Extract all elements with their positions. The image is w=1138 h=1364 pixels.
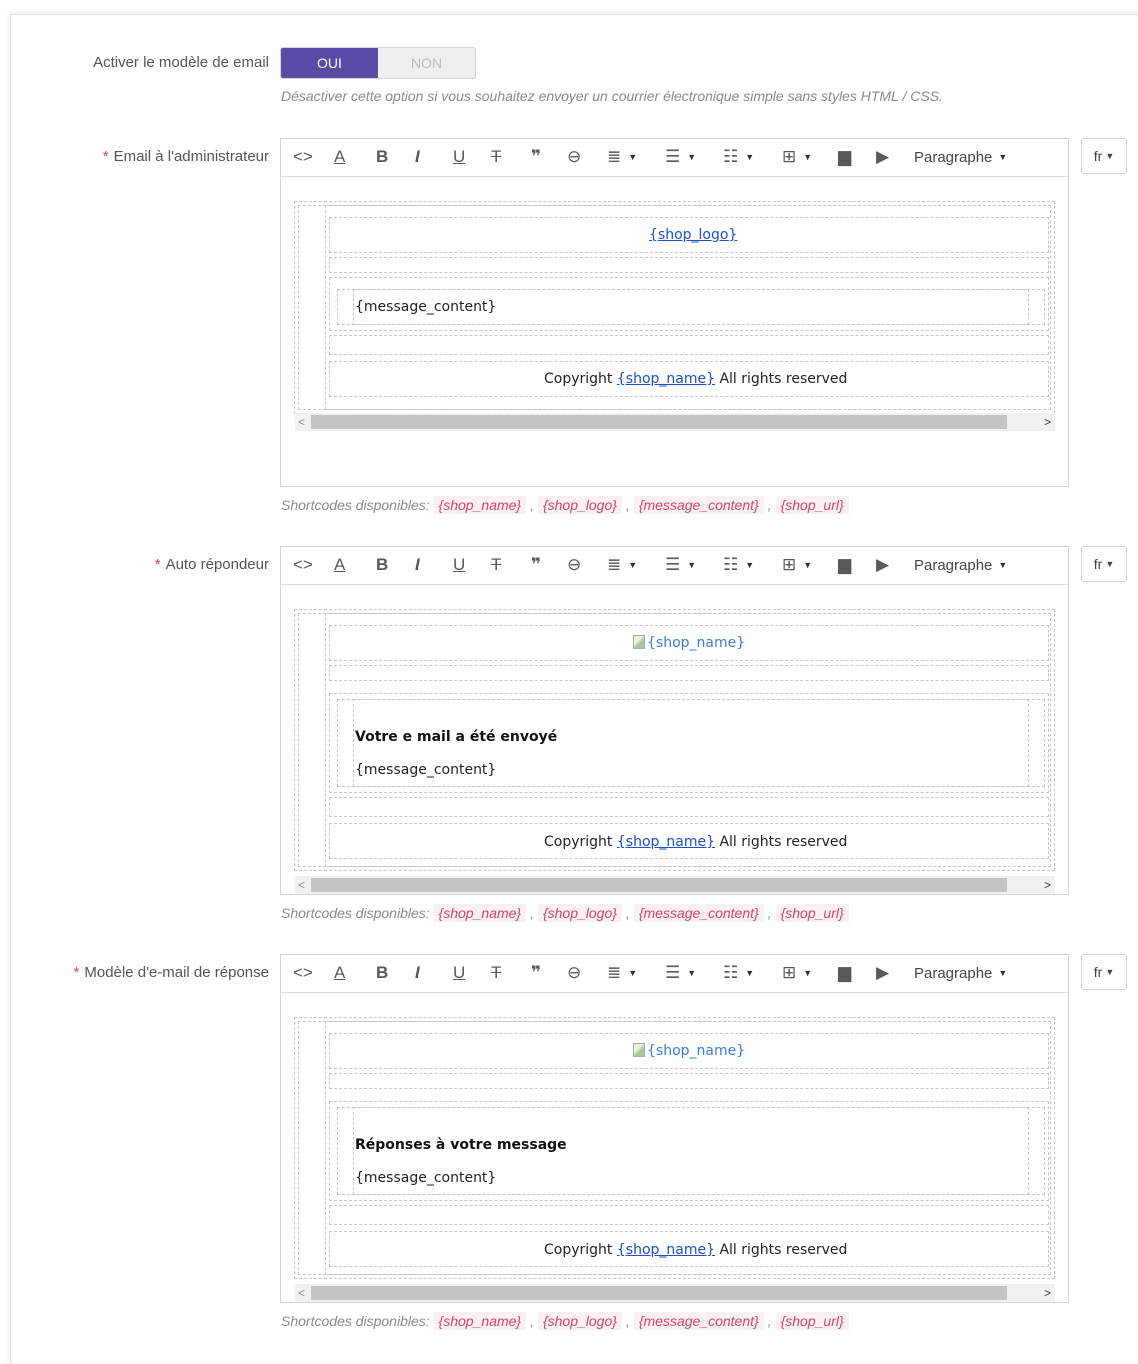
shop-name-link[interactable]: {shop_name} [617, 834, 715, 850]
horizontal-scrollbar[interactable]: < > [295, 413, 1055, 431]
table-icon[interactable]: ⊞ ▼ [782, 961, 812, 985]
shortcode-badge: {shop_url} [775, 904, 849, 922]
horizontal-scrollbar[interactable]: < > [295, 876, 1055, 894]
reply-template-label: * Modèle d'e-mail de réponse [73, 964, 269, 981]
editor-toolbar: <> A B I U T ❞ ⊖ ≣ ▼ ☰ ▼ ☷ ▼ ⊞ ▼ ▆ ▶ Paragra… [281, 139, 1068, 177]
message-heading: Réponses à votre message [355, 1137, 567, 1153]
bold-icon[interactable]: B [376, 145, 388, 169]
editor-content[interactable]: {shop_name} Votre e mail a été envoyé {m… [281, 585, 1068, 894]
shortcode-badge: {shop_name} [433, 1312, 527, 1330]
strikethrough-icon[interactable]: T [491, 145, 501, 169]
strikethrough-icon[interactable]: T [491, 961, 501, 985]
admin-email-label: * Email à l'administrateur [102, 148, 269, 165]
bullet-list-icon[interactable]: ☰ ▼ [665, 553, 696, 577]
editor-content[interactable]: {shop_name} Réponses à votre message {me… [281, 993, 1068, 1302]
table-icon[interactable]: ⊞ ▼ [782, 553, 812, 577]
auto-responder-editor[interactable]: <> A B I U T ❞ ⊖ ≣ ▼ ☰ ▼ ☷ ▼ ⊞ ▼ ▆ ▶ Paragra… [280, 546, 1069, 895]
editor-toolbar: <> A B I U T ❞ ⊖ ≣ ▼ ☰ ▼ ☷ ▼ ⊞ ▼ ▆ ▶ Paragra… [281, 955, 1068, 993]
copyright-text: Copyright {shop_name} All rights reserve… [544, 371, 848, 387]
bold-icon[interactable]: B [376, 961, 388, 985]
auto-responder-label: * Auto répondeur [154, 556, 269, 573]
shortcodes-line: Shortcodes disponibles: {shop_name}, {sho… [281, 496, 849, 514]
blockquote-icon[interactable]: ❞ [531, 145, 541, 169]
blockquote-icon[interactable]: ❞ [531, 961, 541, 985]
media-icon[interactable]: ▶ [876, 553, 889, 577]
toggle-help-text: Désactiver cette option si vous souhaite… [281, 88, 943, 104]
link-icon[interactable]: ⊖ [567, 145, 581, 169]
copyright-text: Copyright {shop_name} All rights reserve… [544, 834, 848, 850]
broken-image-icon [633, 635, 645, 649]
align-icon[interactable]: ≣ ▼ [607, 553, 637, 577]
shop-logo-placeholder[interactable]: {shop_logo} [649, 227, 737, 243]
media-icon[interactable]: ▶ [876, 145, 889, 169]
shop-logo-image: {shop_name} [633, 1043, 745, 1059]
admin-email-editor[interactable]: <> A B I U T ❞ ⊖ ≣ ▼ ☰ ▼ ☷ ▼ ⊞ ▼ ▆ ▶ Paragra… [280, 138, 1069, 487]
horizontal-scrollbar[interactable]: < > [295, 1284, 1055, 1302]
link-icon[interactable]: ⊖ [567, 961, 581, 985]
text-color-icon[interactable]: A [334, 961, 345, 985]
blockquote-icon[interactable]: ❞ [531, 553, 541, 577]
paragraph-select[interactable]: Paragraphe ▼ [914, 553, 1007, 577]
underline-icon[interactable]: U [453, 145, 465, 169]
underline-icon[interactable]: U [453, 961, 465, 985]
shop-name-link[interactable]: {shop_name} [617, 371, 715, 387]
code-icon[interactable]: <> [293, 961, 313, 985]
message-content-text: {message_content} [355, 1170, 497, 1186]
media-icon[interactable]: ▶ [876, 961, 889, 985]
paragraph-select[interactable]: Paragraphe ▼ [914, 145, 1007, 169]
shortcode-badge: {shop_url} [775, 496, 849, 514]
italic-icon[interactable]: I [415, 145, 420, 169]
broken-image-icon [633, 1043, 645, 1057]
strikethrough-icon[interactable]: T [491, 553, 501, 577]
editor-toolbar: <> A B I U T ❞ ⊖ ≣ ▼ ☰ ▼ ☷ ▼ ⊞ ▼ ▆ ▶ Paragra… [281, 547, 1068, 585]
message-content-text: {message_content} [355, 762, 497, 778]
code-icon[interactable]: <> [293, 145, 313, 169]
toggle-label: Activer le modèle de email [93, 54, 269, 71]
link-icon[interactable]: ⊖ [567, 553, 581, 577]
editor-content[interactable]: {shop_logo} {message_content} Copyright … [281, 177, 1068, 486]
code-icon[interactable]: <> [293, 553, 313, 577]
copyright-text: Copyright {shop_name} All rights reserve… [544, 1242, 848, 1258]
text-color-icon[interactable]: A [334, 145, 345, 169]
text-color-icon[interactable]: A [334, 553, 345, 577]
align-icon[interactable]: ≣ ▼ [607, 145, 637, 169]
shortcode-badge: {shop_name} [433, 904, 527, 922]
paragraph-select[interactable]: Paragraphe ▼ [914, 961, 1007, 985]
message-heading: Votre e mail a été envoyé [355, 729, 558, 745]
language-select[interactable]: fr ▼ [1081, 546, 1127, 582]
italic-icon[interactable]: I [415, 553, 420, 577]
numbered-list-icon[interactable]: ☷ ▼ [723, 553, 754, 577]
shortcodes-line: Shortcodes disponibles: {shop_name}, {sho… [281, 904, 849, 922]
shortcode-badge: {shop_logo} [537, 496, 622, 514]
language-select[interactable]: fr ▼ [1081, 954, 1127, 990]
shop-logo-image: {shop_name} [633, 635, 745, 651]
reply-template-editor[interactable]: <> A B I U T ❞ ⊖ ≣ ▼ ☰ ▼ ☷ ▼ ⊞ ▼ ▆ ▶ Paragra… [280, 954, 1069, 1303]
toggle-no-button[interactable]: NON [378, 48, 475, 78]
numbered-list-icon[interactable]: ☷ ▼ [723, 961, 754, 985]
align-icon[interactable]: ≣ ▼ [607, 961, 637, 985]
image-icon[interactable]: ▆ [838, 961, 851, 985]
message-content-text: {message_content} [355, 299, 497, 315]
image-icon[interactable]: ▆ [838, 553, 851, 577]
shortcode-badge: {shop_url} [775, 1312, 849, 1330]
table-icon[interactable]: ⊞ ▼ [782, 145, 812, 169]
toggle-yes-button[interactable]: OUI [281, 48, 378, 78]
template-toggle[interactable]: OUI NON [280, 47, 476, 79]
shortcode-badge: {shop_logo} [537, 1312, 622, 1330]
shortcode-badge: {shop_name} [433, 496, 527, 514]
shortcodes-line: Shortcodes disponibles: {shop_name}, {sho… [281, 1312, 849, 1330]
language-select[interactable]: fr ▼ [1081, 138, 1127, 174]
numbered-list-icon[interactable]: ☷ ▼ [723, 145, 754, 169]
shop-name-link[interactable]: {shop_name} [617, 1242, 715, 1258]
bullet-list-icon[interactable]: ☰ ▼ [665, 961, 696, 985]
bold-icon[interactable]: B [376, 553, 388, 577]
bullet-list-icon[interactable]: ☰ ▼ [665, 145, 696, 169]
italic-icon[interactable]: I [415, 961, 420, 985]
shortcode-badge: {message_content} [633, 496, 764, 514]
underline-icon[interactable]: U [453, 553, 465, 577]
shortcode-badge: {shop_logo} [537, 904, 622, 922]
shortcode-badge: {message_content} [633, 1312, 764, 1330]
image-icon[interactable]: ▆ [838, 145, 851, 169]
shortcode-badge: {message_content} [633, 904, 764, 922]
